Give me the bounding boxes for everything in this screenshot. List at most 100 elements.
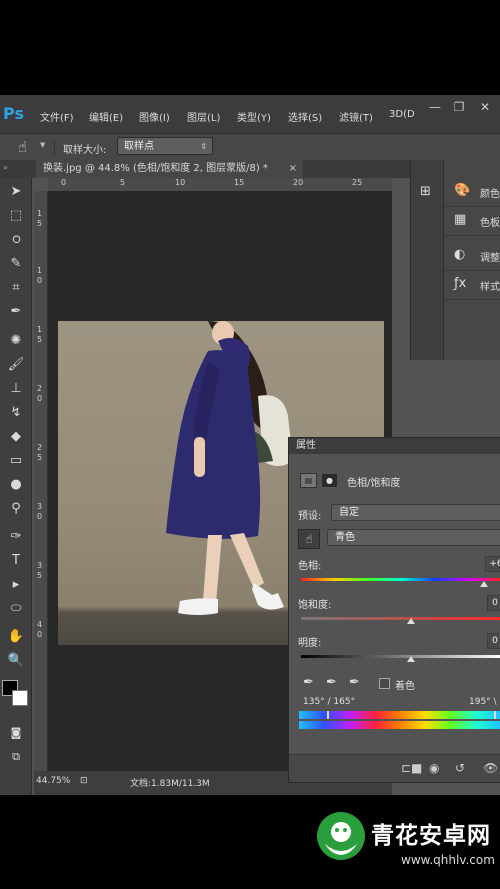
ruler-label: 3 [37,561,43,570]
lightness-slider-thumb[interactable] [407,656,415,662]
photoshop-logo: Ps [3,104,24,123]
range-left-value: 135° / 165° [303,697,356,707]
eyedropper-tool-icon[interactable]: ✒ [6,303,26,321]
adjustment-layer-icon[interactable]: ▤ [300,473,317,488]
document-tab-title: 换装.jpg @ 44.8% (色相/饱和度 2, 图层蒙版/8) * [43,163,268,174]
lightness-value[interactable]: 0 [487,633,500,649]
colorize-checkbox[interactable] [379,678,390,689]
clip-to-layer-icon[interactable]: ⊏■ [401,761,422,775]
marquee-tool-icon[interactable]: ⬚ [6,207,26,225]
range-marker-left[interactable] [327,711,329,719]
collapse-toolbar-icon[interactable]: » [3,163,8,172]
ruler-label: 1 [37,266,43,275]
dock-icon-column: ⊞ [410,160,444,360]
menu-edit[interactable]: 编辑(E) [89,109,123,124]
sample-size-select[interactable]: 取样点 ⇕ [117,137,213,155]
tab-close-icon[interactable]: × [289,160,297,178]
preset-dropdown[interactable]: 自定 [331,504,500,521]
pen-tool-icon[interactable]: ✑ [6,528,26,546]
ruler-label: 5 [37,453,43,462]
healing-brush-tool-icon[interactable]: ✺ [6,332,26,350]
blur-tool-icon[interactable]: ● [6,476,26,494]
divider [54,140,55,156]
hue-slider-track[interactable] [301,578,500,581]
options-bar: ☝ ▼ 取样大小: 取样点 ⇕ [0,133,500,161]
menu-image[interactable]: 图像(I) [139,109,170,124]
lasso-tool-icon[interactable]: ഠ [6,231,26,249]
eyedropper-icon[interactable]: ✒ [303,675,314,690]
hue-slider-thumb[interactable] [480,581,488,587]
ruler-label: 20 [293,178,304,187]
ruler-label: 0 [37,630,43,639]
menu-3d[interactable]: 3D(D [389,109,415,120]
restore-icon[interactable]: ❐ [452,101,466,113]
menu-filter[interactable]: 滤镜(T) [339,109,373,124]
move-tool-icon[interactable]: ➤ [6,183,26,201]
targeted-adjustment-hand-icon[interactable]: ☝ [298,529,320,549]
dock-panel-label: 调整 [480,253,500,264]
add-to-sample-eyedropper-icon[interactable]: ✒ [326,675,337,690]
ruler-label: 3 [37,502,43,511]
watermark-url: www.qhhlv.com [401,853,495,867]
menu-file[interactable]: 文件(F) [40,109,74,124]
ruler-label: 5 [37,219,43,228]
close-icon[interactable]: ✕ [478,101,492,113]
crop-tool-icon[interactable]: ⌗ [6,279,26,297]
clone-stamp-tool-icon[interactable]: ⊥ [6,380,26,398]
saturation-slider-thumb[interactable] [407,618,415,624]
vertical-ruler: 1 5 1 0 1 5 2 0 2 5 3 0 3 5 4 0 [34,191,48,771]
ruler-label: 2 [37,443,43,452]
background-color-swatch[interactable] [12,690,28,706]
ruler-label: 0 [37,276,43,285]
dock-panel-swatches[interactable]: ▦ 色板 [444,207,500,236]
sample-size-value: 取样点 [124,141,154,152]
layer-mask-icon[interactable]: ● [321,473,338,488]
menu-select[interactable]: 选择(S) [288,109,322,124]
tool-preset-chevron-icon[interactable]: ▼ [40,141,45,149]
quick-mask-icon[interactable]: ◙ [6,724,26,742]
watermark: 青花安卓网 www.qhhlv.com [315,808,500,878]
visibility-eye-icon[interactable]: 👁 [483,761,498,775]
hand-tool-icon[interactable]: ☝ [18,138,27,156]
hand-tool-icon[interactable]: ✋ [6,628,26,646]
ruler-label: 1 [37,209,43,218]
channel-dropdown[interactable]: 青色 [327,529,500,546]
view-previous-state-icon[interactable]: ◉ [429,761,439,775]
subtract-from-sample-eyedropper-icon[interactable]: ✒ [349,675,360,690]
screen-mode-icon[interactable]: ⧉ [6,748,26,766]
properties-title: 属性 [296,440,316,451]
dock-panel-label: 样式 [480,282,500,293]
ruler-label: 25 [352,178,363,187]
reset-icon[interactable]: ↺ [455,761,465,775]
gradient-tool-icon[interactable]: ▭ [6,452,26,470]
zoom-tool-icon[interactable]: 🔍 [6,652,26,670]
properties-panel-header[interactable]: 属性 [289,438,500,454]
hue-value[interactable]: +6 [485,556,500,572]
dock-panel-styles[interactable]: ƒx 样式 [444,271,500,300]
channel-value: 青色 [335,532,355,543]
path-select-tool-icon[interactable]: ▸ [6,576,26,594]
document-tab[interactable]: 换装.jpg @ 44.8% (色相/饱和度 2, 图层蒙版/8) * × [36,160,303,178]
history-brush-tool-icon[interactable]: ↯ [6,404,26,422]
history-icon[interactable]: ⊞ [420,184,431,199]
saturation-value[interactable]: 0 [487,595,500,611]
zoom-level[interactable]: 44.75% [36,776,70,786]
dock-panel-color[interactable]: 🎨 颜色 [444,178,500,207]
eraser-tool-icon[interactable]: ◆ [6,428,26,446]
ruler-label: 5 [37,335,43,344]
shape-tool-icon[interactable]: ⬭ [6,600,26,618]
saturation-slider-track[interactable] [301,617,500,620]
dodge-tool-icon[interactable]: ⚲ [6,500,26,518]
menu-type[interactable]: 类型(Y) [237,109,271,124]
lightness-slider-track[interactable] [301,655,500,658]
minimize-icon[interactable]: — [428,101,442,113]
adjustments-icon: ◐ [454,247,466,262]
type-tool-icon[interactable]: T [6,552,26,570]
dock-panel-adjustments[interactable]: ◐ 调整 [444,242,500,271]
quick-select-tool-icon[interactable]: ✎ [6,255,26,273]
lightness-label: 明度: [298,638,322,649]
range-marker-right[interactable] [494,711,496,719]
swatches-icon: ▦ [454,212,467,227]
brush-tool-icon[interactable]: 🖌 [6,356,26,374]
menu-layer[interactable]: 图层(L) [187,109,220,124]
